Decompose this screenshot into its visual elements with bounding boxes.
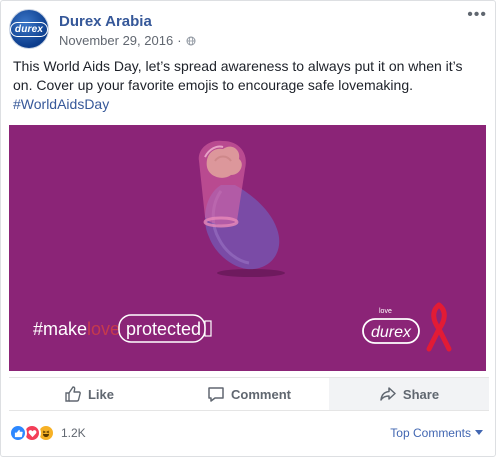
eggplant-shadow (217, 269, 285, 277)
avatar-logo: durex (9, 21, 49, 37)
tagline-protected: protected (126, 319, 201, 339)
like-button[interactable]: Like (9, 378, 169, 410)
thumbs-up-icon (65, 386, 81, 402)
action-bar: Like Comment Share (9, 377, 489, 411)
like-label: Like (87, 386, 114, 402)
post-image[interactable]: #make love protected love durex (9, 125, 486, 371)
comment-label: Comment (231, 386, 291, 402)
post-body: This World Aids Day, let’s spread awaren… (13, 58, 463, 93)
brand-small: love (379, 308, 392, 315)
comment-button[interactable]: Comment (169, 378, 329, 410)
globe-icon (186, 36, 196, 45)
brand-name: durex (371, 324, 412, 341)
reactions-footer: 1.2K Top Comments (9, 419, 489, 447)
like-reaction-icon (9, 424, 27, 442)
post-meta: November 29, 2016 · (59, 33, 196, 48)
share-arrow-icon (380, 387, 396, 401)
top-comments-dropdown[interactable]: Top Comments (390, 426, 483, 440)
post-text: This World Aids Day, let’s spread awaren… (13, 57, 483, 114)
tagline-love: love (87, 319, 120, 339)
reaction-summary[interactable]: 1.2K (9, 424, 86, 442)
more-options-icon[interactable]: ••• (467, 7, 487, 23)
page-name-link[interactable]: Durex Arabia (59, 13, 152, 30)
hashtag-link[interactable]: #WorldAidsDay (13, 96, 109, 112)
comment-icon (208, 387, 224, 402)
post-date[interactable]: November 29, 2016 (59, 33, 173, 48)
avatar[interactable]: durex (9, 9, 49, 49)
reaction-count: 1.2K (61, 426, 86, 440)
share-label: Share (402, 386, 440, 402)
tagline-make: #make (33, 319, 87, 339)
caret-down-icon (475, 430, 483, 435)
post-card: durex Durex Arabia November 29, 2016 · •… (0, 0, 496, 457)
media-illustration: #make love protected love durex (9, 125, 486, 371)
separator-dot: · (177, 33, 182, 48)
share-button[interactable]: Share (329, 378, 489, 410)
top-comments-label: Top Comments (390, 426, 471, 440)
post-header: durex Durex Arabia November 29, 2016 · •… (9, 7, 489, 49)
